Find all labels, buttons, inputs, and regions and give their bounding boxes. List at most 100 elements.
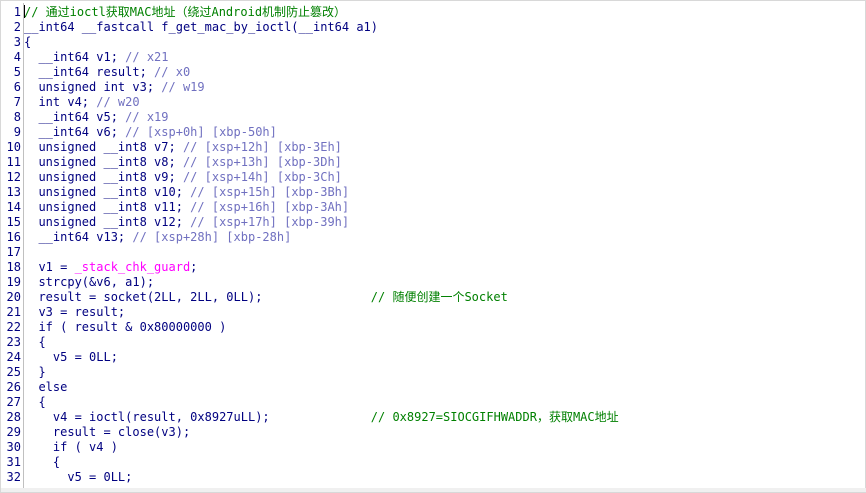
code-text: if ( v4 )	[24, 440, 118, 455]
code-token: else	[24, 380, 68, 394]
code-token: {	[24, 455, 61, 469]
code-text: {	[24, 395, 45, 410]
line-number: 26	[6, 380, 21, 394]
code-text: {	[24, 455, 60, 470]
code-comment: // x21	[125, 50, 169, 64]
code-line[interactable]: 10 unsigned __int8 v7; // [xsp+12h] [xbp…	[1, 140, 866, 155]
code-line[interactable]: 2 __int64 __fastcall f_get_mac_by_ioctl(_…	[1, 20, 866, 35]
code-token: if ( result & 0x80000000 )	[24, 320, 227, 334]
line-number: 18	[6, 260, 21, 274]
code-token: {	[24, 35, 32, 49]
code-comment: // [xsp+15h] [xbp-3Bh]	[190, 185, 350, 199]
code-comment: // [xsp+13h] [xbp-3Dh]	[182, 155, 342, 169]
code-text: v5 = 0LL;	[24, 470, 132, 485]
code-line[interactable]: 15 unsigned __int8 v12; // [xsp+17h] [xb…	[1, 215, 866, 230]
code-comment: // 通过ioctl获取MAC地址（绕过Android机制防止篡改）	[24, 5, 347, 19]
code-line[interactable]: 28 v4 = ioctl(result, 0x8927uLL); // 0x8…	[1, 410, 866, 425]
line-number: 22	[6, 320, 21, 334]
code-line[interactable]: 8 __int64 v5; // x19	[1, 110, 866, 125]
code-text: }	[24, 365, 45, 380]
code-line[interactable]: 7 int v4; // w20	[1, 95, 866, 110]
line-number: 10	[6, 140, 21, 154]
code-comment: // [xsp+17h] [xbp-39h]	[190, 215, 350, 229]
code-line[interactable]: 27 {	[1, 395, 866, 410]
code-comment: // x19	[125, 110, 169, 124]
line-number: 23	[6, 335, 21, 349]
code-line[interactable]: 16 __int64 v13; // [xsp+28h] [xbp-28h]	[1, 230, 866, 245]
code-text: unsigned __int8 v9; // [xsp+14h] [xbp-3C…	[24, 170, 342, 185]
code-line[interactable]: 20 result = socket(2LL, 2LL, 0LL); // 随便…	[1, 290, 866, 305]
code-line[interactable]: 11 unsigned __int8 v8; // [xsp+13h] [xbp…	[1, 155, 866, 170]
code-token: __int64 v13;	[24, 230, 133, 244]
pseudocode-editor[interactable]: 1// 通过ioctl获取MAC地址（绕过Android机制防止篡改） 2 __in…	[0, 0, 866, 493]
code-token: if ( v4 )	[24, 440, 118, 454]
line-number: 19	[6, 275, 21, 289]
code-line[interactable]: 30 if ( v4 )	[1, 440, 866, 455]
code-comment: // [xsp+16h] [xbp-3Ah]	[190, 200, 350, 214]
code-token: v4 = ioctl(result, 0x8927uLL);	[24, 410, 371, 424]
code-text: __int64 v13; // [xsp+28h] [xbp-28h]	[24, 230, 291, 245]
code-token: unsigned __int8 v9;	[24, 170, 183, 184]
line-number: 21	[6, 305, 21, 319]
code-line[interactable]: 24 v5 = 0LL;	[1, 350, 866, 365]
code-line[interactable]: 18 v1 = _stack_chk_guard;	[1, 260, 866, 275]
line-number: 2	[13, 20, 21, 34]
horizontal-scrollbar[interactable]	[1, 488, 866, 492]
code-line[interactable]: 29 result = close(v3);	[1, 425, 866, 440]
code-text: unsigned int v3; // w19	[24, 80, 204, 95]
code-line[interactable]: 5 __int64 result; // x0	[1, 65, 866, 80]
code-line[interactable]: 4 __int64 v1; // x21	[1, 50, 866, 65]
code-line[interactable]: 3{	[1, 35, 866, 50]
line-number: 9	[13, 125, 21, 139]
code-text: // 通过ioctl获取MAC地址（绕过Android机制防止篡改）	[24, 5, 346, 20]
code-line[interactable]: 1// 通过ioctl获取MAC地址（绕过Android机制防止篡改）	[1, 5, 866, 20]
line-number: 11	[6, 155, 21, 169]
code-token: result = socket(2LL, 2LL, 0LL);	[24, 290, 371, 304]
text-caret	[24, 5, 25, 18]
code-line[interactable]: 31 {	[1, 455, 866, 470]
line-number: 5	[13, 65, 21, 79]
code-text: unsigned __int8 v11; // [xsp+16h] [xbp-3…	[24, 200, 349, 215]
line-number: 3	[13, 35, 21, 49]
code-comment: // 0x8927=SIOCGIFHWADDR，获取MAC地址	[370, 410, 619, 424]
line-number: 28	[6, 410, 21, 424]
code-text: unsigned __int8 v8; // [xsp+13h] [xbp-3D…	[24, 155, 342, 170]
code-token: __int64 result;	[24, 65, 155, 79]
code-line[interactable]: 12 unsigned __int8 v9; // [xsp+14h] [xbp…	[1, 170, 866, 185]
line-number: 30	[6, 440, 21, 454]
code-token: result = close(v3);	[24, 425, 191, 439]
code-comment: // [xsp+14h] [xbp-3Ch]	[182, 170, 342, 184]
line-number: 7	[13, 95, 21, 109]
code-line[interactable]: 23 {	[1, 335, 866, 350]
code-text: v3 = result;	[24, 305, 125, 320]
code-line[interactable]: 14 unsigned __int8 v11; // [xsp+16h] [xb…	[1, 200, 866, 215]
code-token: {	[24, 335, 46, 349]
code-line[interactable]: 13 unsigned __int8 v10; // [xsp+15h] [xb…	[1, 185, 866, 200]
line-number: 12	[6, 170, 21, 184]
line-number: 16	[6, 230, 21, 244]
code-line[interactable]: 19 strcpy(&v6, a1);	[1, 275, 866, 290]
code-text: if ( result & 0x80000000 )	[24, 320, 226, 335]
code-line[interactable]: 22 if ( result & 0x80000000 )	[1, 320, 866, 335]
code-comment: // w20	[96, 95, 140, 109]
line-number: 17	[6, 245, 21, 259]
code-comment: // [xsp+12h] [xbp-3Eh]	[182, 140, 342, 154]
code-token: unsigned __int8 v11;	[24, 200, 191, 214]
line-number: 24	[6, 350, 21, 364]
code-token: int v4;	[24, 95, 97, 109]
code-text: __int64 result; // x0	[24, 65, 190, 80]
code-token: v3 = result;	[24, 305, 126, 319]
code-line[interactable]: 26 else	[1, 380, 866, 395]
code-text: __int64 v5; // x19	[24, 110, 169, 125]
line-number: 8	[13, 110, 21, 124]
code-line[interactable]: 32 v5 = 0LL;	[1, 470, 866, 485]
code-line[interactable]: 17	[1, 245, 866, 260]
code-line[interactable]: 25 }	[1, 365, 866, 380]
code-line[interactable]: 21 v3 = result;	[1, 305, 866, 320]
code-line[interactable]: 9 __int64 v6; // [xsp+0h] [xbp-50h]	[1, 125, 866, 140]
code-line[interactable]: 6 unsigned int v3; // w19	[1, 80, 866, 95]
code-token: __int64 __fastcall f_get_mac_by_ioctl(__…	[24, 20, 379, 34]
code-text: {	[24, 35, 31, 50]
code-text: strcpy(&v6, a1);	[24, 275, 154, 290]
global-symbol: _stack_chk_guard	[74, 260, 191, 274]
